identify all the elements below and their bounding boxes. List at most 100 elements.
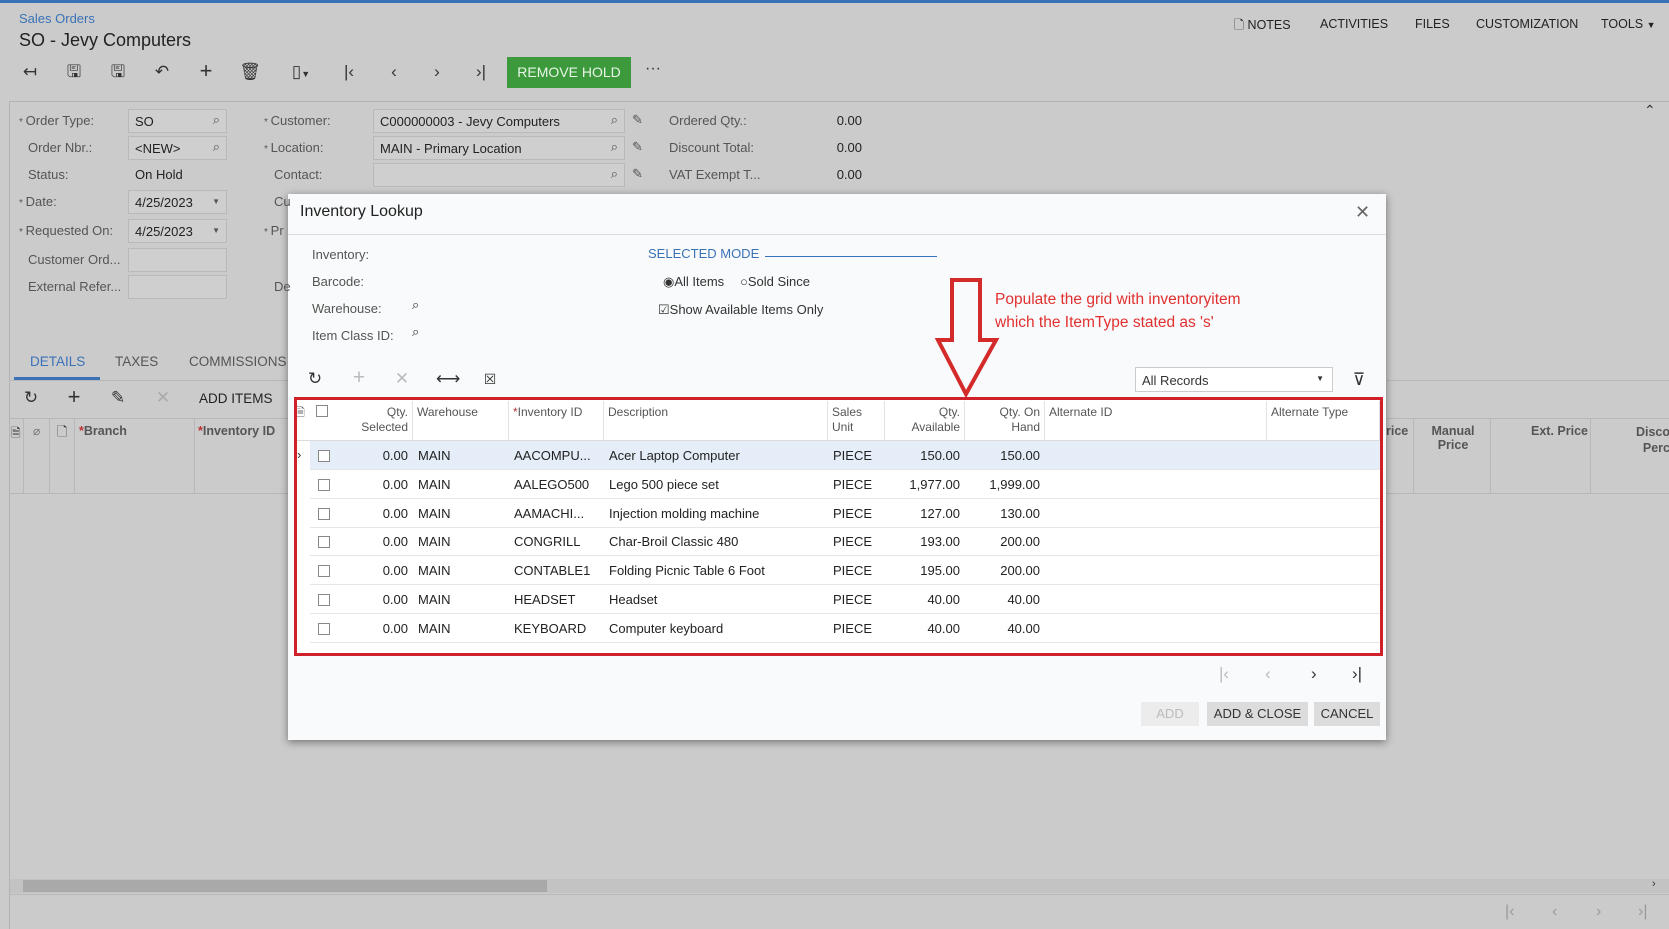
back-icon[interactable]: ↤ — [19, 62, 41, 82]
row-checkbox[interactable] — [318, 536, 330, 549]
table-cell[interactable]: 0.00 — [333, 441, 413, 470]
edit-icon[interactable]: ✎ — [632, 112, 643, 128]
table-cell[interactable]: 0.00 — [333, 614, 413, 643]
form-field[interactable] — [128, 248, 227, 272]
form-field[interactable]: MAIN - Primary Location ⌕ — [373, 136, 625, 160]
table-cell[interactable]: 0.00 — [333, 556, 413, 585]
row-checkbox[interactable] — [318, 478, 330, 491]
filter-icon[interactable]: ⊽ — [1348, 370, 1370, 390]
first-record-icon[interactable]: |‹ — [338, 62, 360, 82]
copy-paste-icon[interactable]: ▯▼ — [283, 62, 319, 84]
form-field[interactable]: C000000003 - Jevy Computers ⌕ — [373, 109, 625, 133]
scrollbar-thumb[interactable] — [23, 880, 547, 892]
filter-input[interactable]: ⌕ — [412, 324, 612, 340]
undo-icon[interactable]: ↶ — [151, 62, 173, 82]
radio-sold-since[interactable]: ○Sold Since — [740, 274, 810, 289]
edit-icon[interactable]: ✎ — [107, 388, 129, 408]
pager-first-icon[interactable]: |‹ — [1219, 664, 1229, 684]
col-header[interactable]: *Inventory ID — [509, 401, 604, 440]
edit-icon[interactable]: ✎ — [632, 139, 643, 155]
row-checkbox[interactable] — [318, 507, 330, 520]
pager-next-icon[interactable]: › — [1311, 664, 1317, 684]
col-manual-price[interactable]: Manual Price — [1418, 424, 1488, 452]
save-icon[interactable]: 🖫 — [107, 62, 129, 82]
add-button[interactable]: ADD — [1141, 702, 1199, 726]
pager-last-icon[interactable]: ›| — [1352, 664, 1362, 684]
delete-icon[interactable]: ✕ — [391, 369, 413, 389]
table-cell[interactable]: 0.00 — [333, 499, 413, 528]
radio-all-items[interactable]: ◉All Items — [663, 274, 724, 290]
form-field[interactable]: <NEW> ⌕ — [128, 136, 227, 160]
radio-label: Sold Since — [747, 274, 811, 289]
pager-prev-icon[interactable]: ‹ — [1552, 903, 1557, 921]
table-cell[interactable]: 0.00 — [333, 470, 413, 499]
col-inventory-id[interactable]: *Inventory ID — [198, 424, 275, 438]
pager-prev-icon[interactable]: ‹ — [1265, 664, 1271, 684]
pager-next-icon[interactable]: › — [1596, 903, 1601, 921]
remove-hold-button[interactable]: REMOVE HOLD — [507, 57, 631, 88]
row-checkbox[interactable] — [318, 450, 330, 462]
more-button[interactable]: ··· — [645, 60, 661, 78]
edit-icon[interactable]: ✎ — [632, 166, 643, 182]
show-available-checkbox[interactable]: ☑Show Available Items Only — [658, 302, 823, 318]
table-cell: 200.00 — [1000, 534, 1040, 550]
refresh-icon[interactable]: ↻ — [304, 369, 326, 389]
tab-details[interactable]: DETAILS — [30, 354, 85, 369]
export-excel-icon[interactable]: ☒ — [479, 369, 501, 389]
table-cell[interactable]: 0.00 — [333, 527, 413, 556]
pager-last-icon[interactable]: ›| — [1638, 903, 1647, 921]
add-row-icon[interactable]: + — [63, 386, 85, 408]
col-discount-percent[interactable]: Disco Perc — [1628, 424, 1669, 456]
col-header[interactable]: Qty. On Hand — [965, 401, 1045, 440]
col-header[interactable]: Alternate Type — [1267, 401, 1380, 440]
form-field[interactable]: 4/25/2023 ▼ — [128, 190, 227, 214]
table-cell — [1045, 614, 1267, 643]
col-branch[interactable]: *Branch — [79, 424, 127, 438]
form-field[interactable]: 4/25/2023 ▼ — [128, 219, 227, 243]
col-header[interactable]: Alternate ID — [1045, 401, 1267, 440]
row-checkbox[interactable] — [318, 565, 330, 578]
col-header[interactable]: Qty. Available — [885, 401, 965, 440]
col-header[interactable]: Sales Unit — [828, 401, 885, 440]
fit-columns-icon[interactable]: ⟷ — [436, 369, 460, 389]
refresh-icon[interactable]: ↻ — [20, 388, 42, 408]
delete-row-icon[interactable]: ✕ — [152, 388, 174, 408]
form-field[interactable]: SO ⌕ — [128, 109, 227, 133]
col-header[interactable]: Description — [604, 401, 828, 440]
tools-menu[interactable]: TOOLS ▼ — [1601, 17, 1656, 31]
last-record-icon[interactable]: ›| — [470, 62, 492, 82]
close-icon[interactable]: ✕ — [1355, 202, 1370, 223]
add-items-button[interactable]: ADD ITEMS — [199, 391, 273, 406]
filter-label: Barcode: — [312, 274, 365, 289]
breadcrumb[interactable]: Sales Orders — [19, 11, 95, 26]
delete-icon[interactable]: 🗑 — [239, 62, 261, 82]
next-record-icon[interactable]: › — [426, 62, 448, 82]
customization-link[interactable]: CUSTOMIZATION — [1476, 17, 1578, 31]
row-checkbox[interactable] — [318, 622, 330, 635]
collapse-icon[interactable]: ⌃ — [1644, 102, 1656, 119]
cancel-button[interactable]: CANCEL — [1314, 702, 1380, 726]
activities-link[interactable]: ACTIVITIES — [1320, 17, 1388, 31]
form-field[interactable] — [128, 275, 227, 299]
save-close-icon[interactable]: 🖫 — [63, 62, 85, 82]
filter-input[interactable]: ⌕ — [412, 297, 612, 313]
add-icon[interactable]: + — [348, 367, 370, 388]
col-header[interactable]: Warehouse — [413, 401, 509, 440]
tab-commissions[interactable]: COMMISSIONS — [189, 354, 287, 369]
col-header[interactable]: Qty. Selected — [333, 401, 413, 440]
row-checkbox[interactable] — [318, 594, 330, 606]
pager-first-icon[interactable]: |‹ — [1505, 903, 1514, 921]
table-cell[interactable]: 0.00 — [333, 585, 413, 614]
prev-record-icon[interactable]: ‹ — [383, 62, 405, 82]
tab-taxes[interactable]: TAXES — [115, 354, 158, 369]
col-price[interactable]: rice — [1386, 424, 1408, 438]
add-close-button[interactable]: ADD & CLOSE — [1207, 702, 1308, 726]
form-label: Status: — [28, 167, 69, 182]
form-field[interactable]: ⌕ — [373, 163, 625, 187]
files-link[interactable]: FILES — [1415, 17, 1450, 31]
scroll-right-icon[interactable]: › — [1652, 878, 1656, 890]
add-icon[interactable]: + — [195, 60, 217, 82]
notes-link[interactable]: 🗋 NOTES — [1234, 16, 1291, 37]
col-ext-price[interactable]: Ext. Price — [1531, 424, 1588, 438]
records-filter-dropdown[interactable]: All Records ▼ — [1135, 367, 1333, 392]
